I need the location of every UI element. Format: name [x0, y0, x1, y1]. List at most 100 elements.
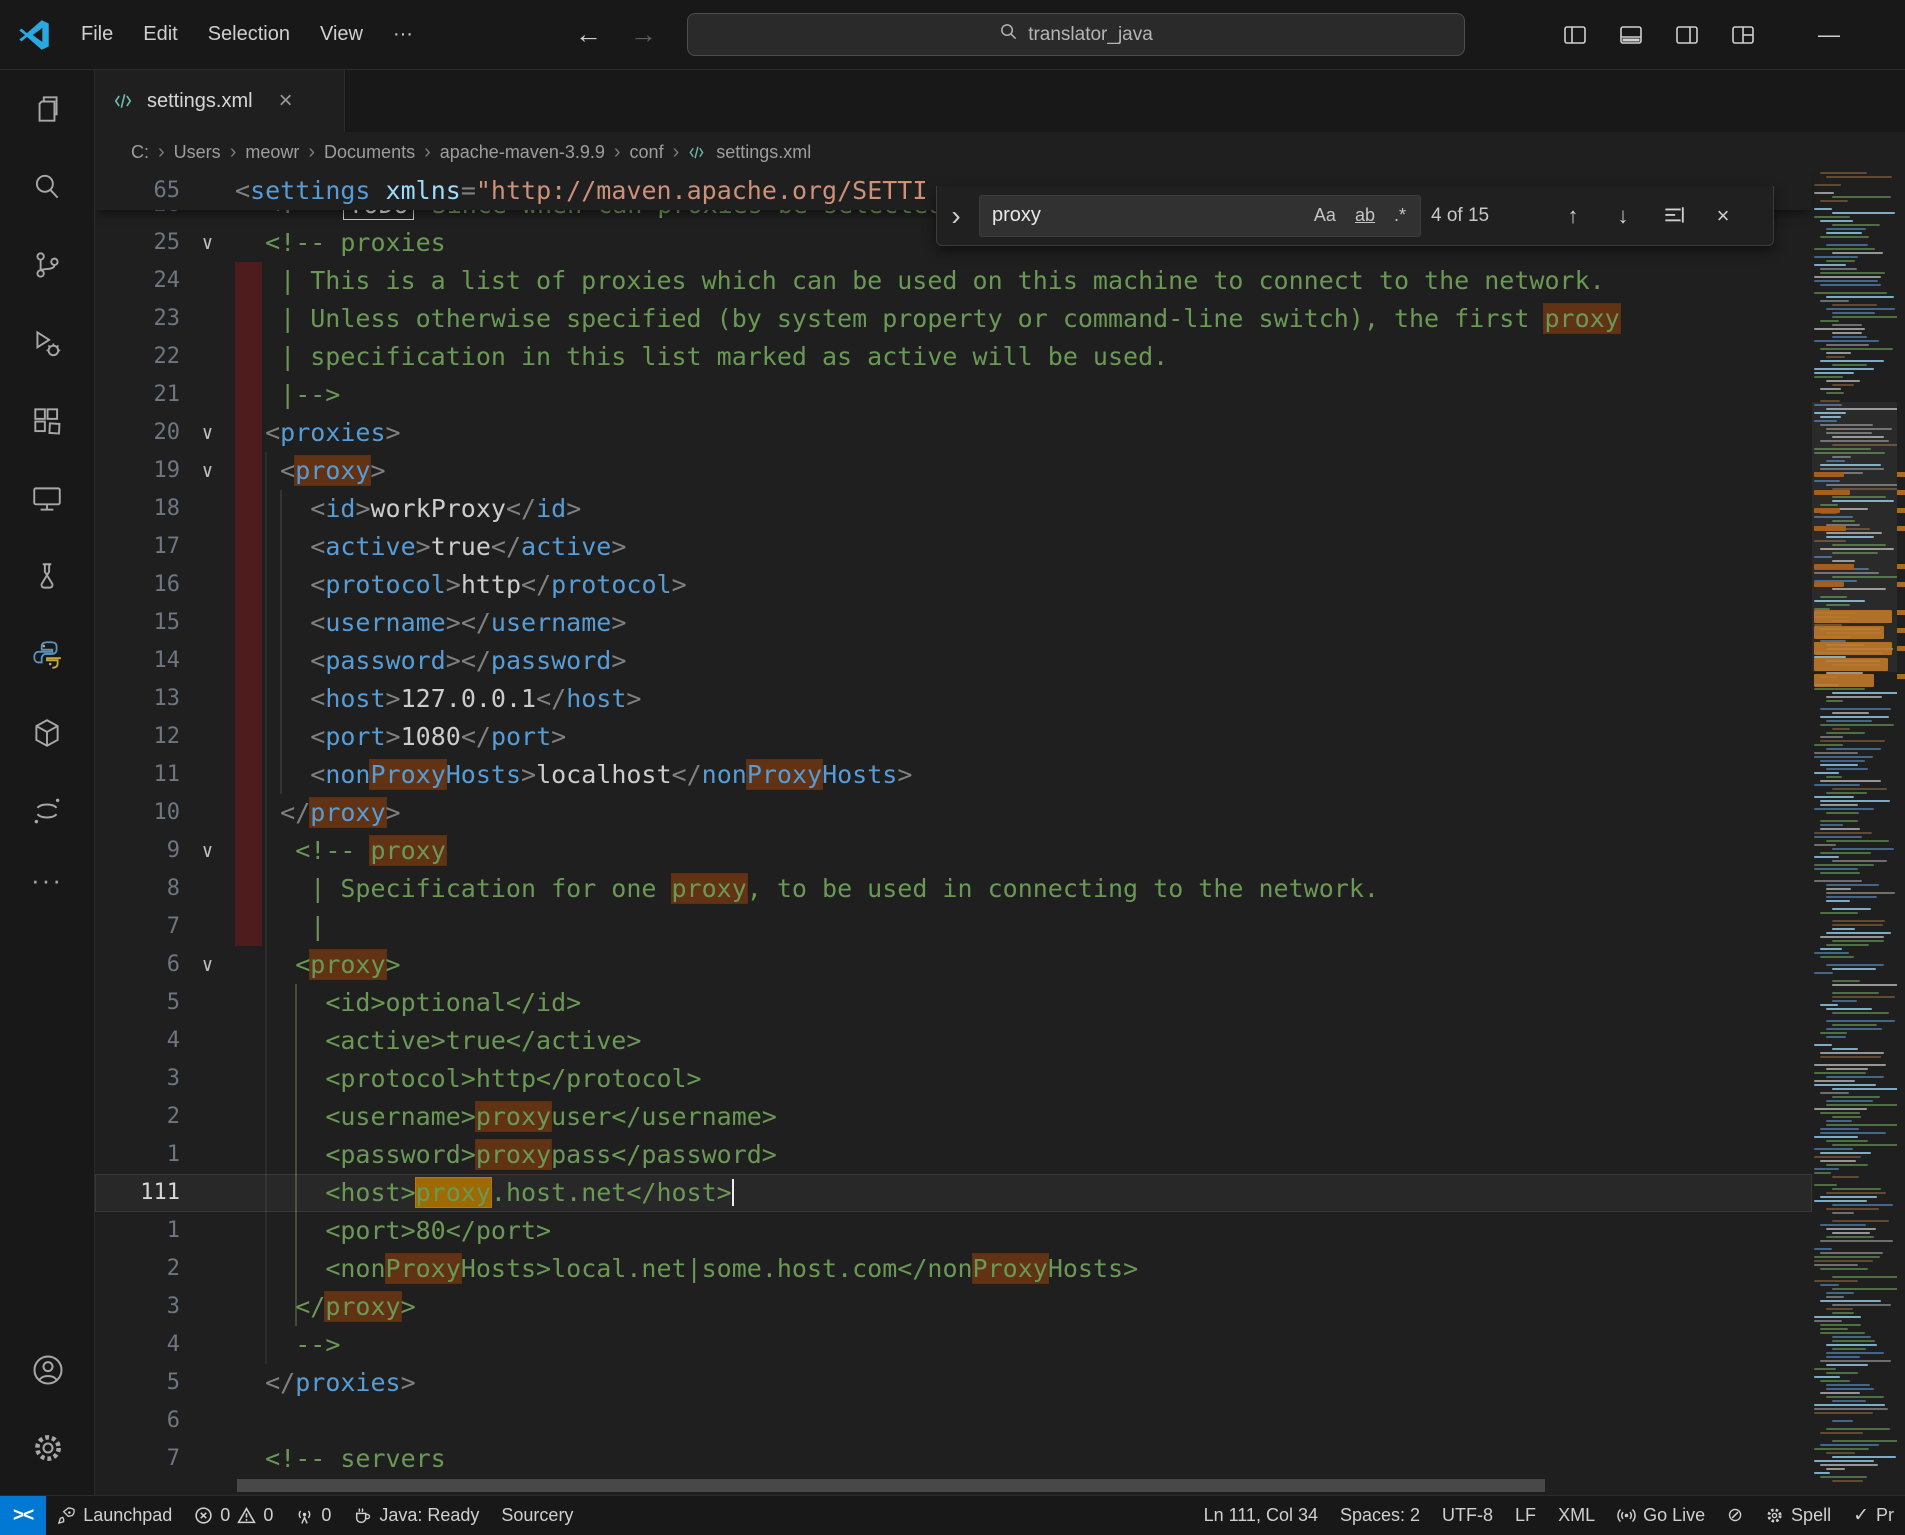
line-number[interactable]: 6: [95, 1402, 180, 1440]
package-icon[interactable]: [0, 694, 95, 772]
line-number[interactable]: 1: [95, 1136, 180, 1174]
code-line[interactable]: 14 <password></password>: [95, 642, 1812, 680]
line-number[interactable]: 1: [95, 1212, 180, 1250]
line-number[interactable]: 9: [95, 832, 180, 870]
code-line[interactable]: 4 <active>true</active>: [95, 1022, 1812, 1060]
code-line[interactable]: 17 <active>true</active>: [95, 528, 1812, 566]
code-line[interactable]: 16 <protocol>http</protocol>: [95, 566, 1812, 604]
status-spell-checker[interactable]: Spell: [1754, 1496, 1842, 1535]
status-launchpad[interactable]: Launchpad: [46, 1496, 183, 1535]
code-line[interactable]: 10 </proxy>: [95, 794, 1812, 832]
breadcrumb-item[interactable]: settings.xml: [716, 142, 811, 163]
code-line[interactable]: 18 <id>workProxy</id>: [95, 490, 1812, 528]
status-problems[interactable]: 00: [183, 1496, 284, 1535]
fold-chevron-icon[interactable]: ∨: [180, 832, 235, 870]
line-number[interactable]: 13: [95, 680, 180, 718]
line-number[interactable]: 19: [95, 452, 180, 490]
code-line[interactable]: 12 <port>1080</port>: [95, 718, 1812, 756]
line-number[interactable]: 7: [95, 908, 180, 946]
match-case-toggle[interactable]: Aa: [1307, 201, 1343, 230]
breadcrumb-item[interactable]: conf: [630, 142, 664, 163]
line-number[interactable]: 4: [95, 1326, 180, 1364]
find-input[interactable]: [992, 204, 1307, 227]
line-number[interactable]: 5: [95, 984, 180, 1022]
status-remote-indicator[interactable]: ><: [0, 1496, 46, 1535]
line-number[interactable]: 2: [95, 1098, 180, 1136]
menu-edit[interactable]: Edit: [128, 15, 192, 54]
code-line[interactable]: 7 |: [95, 908, 1812, 946]
status-indentation[interactable]: Spaces: 2: [1329, 1496, 1431, 1535]
find-next-icon[interactable]: ↓: [1603, 203, 1643, 229]
line-number[interactable]: 21: [95, 376, 180, 414]
menu-overflow-icon[interactable]: ···: [378, 15, 428, 54]
status-eol[interactable]: LF: [1504, 1496, 1547, 1535]
find-close-icon[interactable]: ×: [1703, 203, 1743, 229]
line-number[interactable]: 16: [95, 566, 180, 604]
regex-toggle[interactable]: .*: [1387, 201, 1413, 230]
line-number[interactable]: 25: [95, 224, 180, 262]
status-java-status[interactable]: Java: Ready: [342, 1496, 490, 1535]
find-previous-icon[interactable]: ↑: [1553, 203, 1593, 229]
code-line[interactable]: 9∨ <!-- proxy: [95, 832, 1812, 870]
code-line[interactable]: 5 </proxies>: [95, 1364, 1812, 1402]
code-line[interactable]: 24 | This is a list of proxies which can…: [95, 262, 1812, 300]
code-line[interactable]: 2 <username>proxyuser</username>: [95, 1098, 1812, 1136]
account-icon[interactable]: [0, 1331, 95, 1409]
breadcrumb-item[interactable]: Users: [174, 142, 221, 163]
tab-settings-xml[interactable]: settings.xml ×: [95, 70, 345, 132]
source-control-icon[interactable]: [0, 226, 95, 304]
line-number[interactable]: 8: [95, 870, 180, 908]
code-line[interactable]: 4 -->: [95, 1326, 1812, 1364]
fold-chevron-icon[interactable]: ∨: [180, 452, 235, 490]
menu-file[interactable]: File: [66, 15, 128, 54]
code-line[interactable]: 22 | specification in this list marked a…: [95, 338, 1812, 376]
breadcrumb-item[interactable]: C:: [131, 142, 149, 163]
testing-icon[interactable]: [0, 538, 95, 616]
status-cursor-position[interactable]: Ln 111, Col 34: [1193, 1496, 1329, 1535]
fold-chevron-icon[interactable]: ∨: [180, 946, 235, 984]
remote-explorer-icon[interactable]: [0, 460, 95, 538]
status-sourcery[interactable]: Sourcery: [490, 1496, 584, 1535]
line-number[interactable]: 65: [95, 172, 180, 210]
status-prettier[interactable]: ✓Pr: [1842, 1496, 1905, 1535]
code-line[interactable]: 111 <host>proxy.host.net</host>: [95, 1174, 1812, 1212]
line-number[interactable]: 22: [95, 338, 180, 376]
status-encoding[interactable]: UTF-8: [1431, 1496, 1504, 1535]
menu-view[interactable]: View: [305, 15, 378, 54]
code-line[interactable]: 21 |-->: [95, 376, 1812, 414]
settings-gear-icon[interactable]: [0, 1409, 95, 1487]
line-number[interactable]: 11: [95, 756, 180, 794]
line-number[interactable]: 15: [95, 604, 180, 642]
tab-close-icon[interactable]: ×: [279, 89, 293, 113]
line-number[interactable]: 6: [95, 946, 180, 984]
line-number[interactable]: 23: [95, 300, 180, 338]
status-ports[interactable]: 0: [284, 1496, 342, 1535]
code-editor[interactable]: 26 <!-- TODO Since when can proxies be s…: [95, 172, 1905, 1495]
fold-chevron-icon[interactable]: ∨: [180, 224, 235, 262]
find-in-selection-icon[interactable]: [1653, 204, 1693, 228]
code-line[interactable]: 13 <host>127.0.0.1</host>: [95, 680, 1812, 718]
line-number[interactable]: 111: [95, 1174, 180, 1212]
code-line[interactable]: 23 | Unless otherwise specified (by syst…: [95, 300, 1812, 338]
back-arrow-icon[interactable]: ←: [575, 19, 602, 50]
line-number[interactable]: 3: [95, 1288, 180, 1326]
code-line[interactable]: 6∨ <proxy>: [95, 946, 1812, 984]
customize-layout-icon[interactable]: [1730, 22, 1756, 48]
code-line[interactable]: 3 </proxy>: [95, 1288, 1812, 1326]
code-line[interactable]: 5 <id>optional</id>: [95, 984, 1812, 1022]
horizontal-scrollbar[interactable]: [237, 1479, 1545, 1492]
breadcrumb-item[interactable]: meowr: [245, 142, 299, 163]
code-line[interactable]: 7 <!-- servers: [95, 1440, 1812, 1478]
minimap[interactable]: [1812, 172, 1897, 1495]
code-line[interactable]: 3 <protocol>http</protocol>: [95, 1060, 1812, 1098]
fold-chevron-icon[interactable]: ∨: [180, 414, 235, 452]
toggle-sidebar-icon[interactable]: [1562, 22, 1588, 48]
status-go-live[interactable]: Go Live: [1606, 1496, 1716, 1535]
breadcrumb-item[interactable]: apache-maven-3.9.9: [440, 142, 605, 163]
line-number[interactable]: 20: [95, 414, 180, 452]
line-number[interactable]: 24: [95, 262, 180, 300]
explorer-icon[interactable]: [0, 70, 95, 148]
code-line[interactable]: 1 <password>proxypass</password>: [95, 1136, 1812, 1174]
line-number[interactable]: 3: [95, 1060, 180, 1098]
code-line[interactable]: 11 <nonProxyHosts>localhost</nonProxyHos…: [95, 756, 1812, 794]
